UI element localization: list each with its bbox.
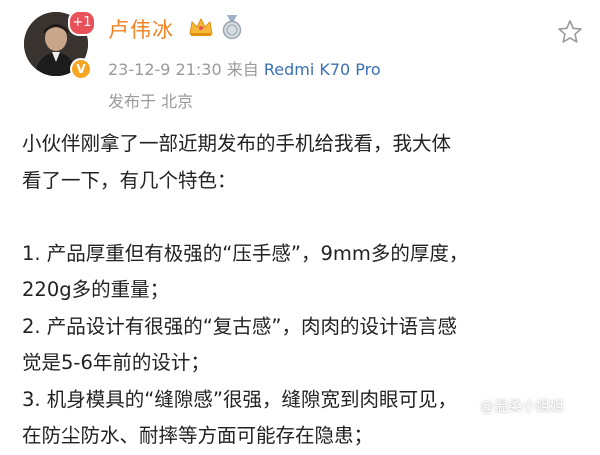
- device-link[interactable]: Redmi K70 Pro: [264, 60, 381, 79]
- post-line: 220g多的重量；: [22, 278, 170, 301]
- avatar-container[interactable]: +1 V: [24, 10, 96, 80]
- post-line: 1. 产品厚重但有极强的“压手感”，9mm多的厚度，: [22, 241, 469, 265]
- crown-icon: [189, 17, 213, 36]
- post-line: 觉是5-6年前的设计；: [22, 351, 210, 374]
- verified-badge-icon: V: [70, 58, 92, 80]
- follow-badge: +1: [68, 10, 96, 36]
- watermark: @温柔小姐姐: [480, 399, 564, 415]
- favorite-star-icon[interactable]: [556, 18, 584, 46]
- post-meta: 23-12-9 21:30 来自 Redmi K70 Pro: [108, 56, 381, 80]
- post-line-blank: [22, 199, 582, 236]
- post-line: 在防尘防水、耐摔等方面可能存在隐患；: [22, 424, 374, 447]
- medal-icon: [222, 15, 242, 40]
- author-name[interactable]: 卢伟冰: [108, 14, 174, 44]
- post-line: 看了一下，有几个特色：: [22, 168, 237, 192]
- source-prefix: 来自: [226, 60, 259, 79]
- post-location: 发布于 北京: [108, 92, 194, 111]
- post-line: 2. 产品设计有很强的“复古感”，肉肉的设计语言感: [22, 314, 458, 338]
- post-timestamp: 23-12-9 21:30: [108, 60, 222, 79]
- post-line: 小伙伴刚拿了一部近期发布的手机给我看，我大体: [22, 132, 452, 155]
